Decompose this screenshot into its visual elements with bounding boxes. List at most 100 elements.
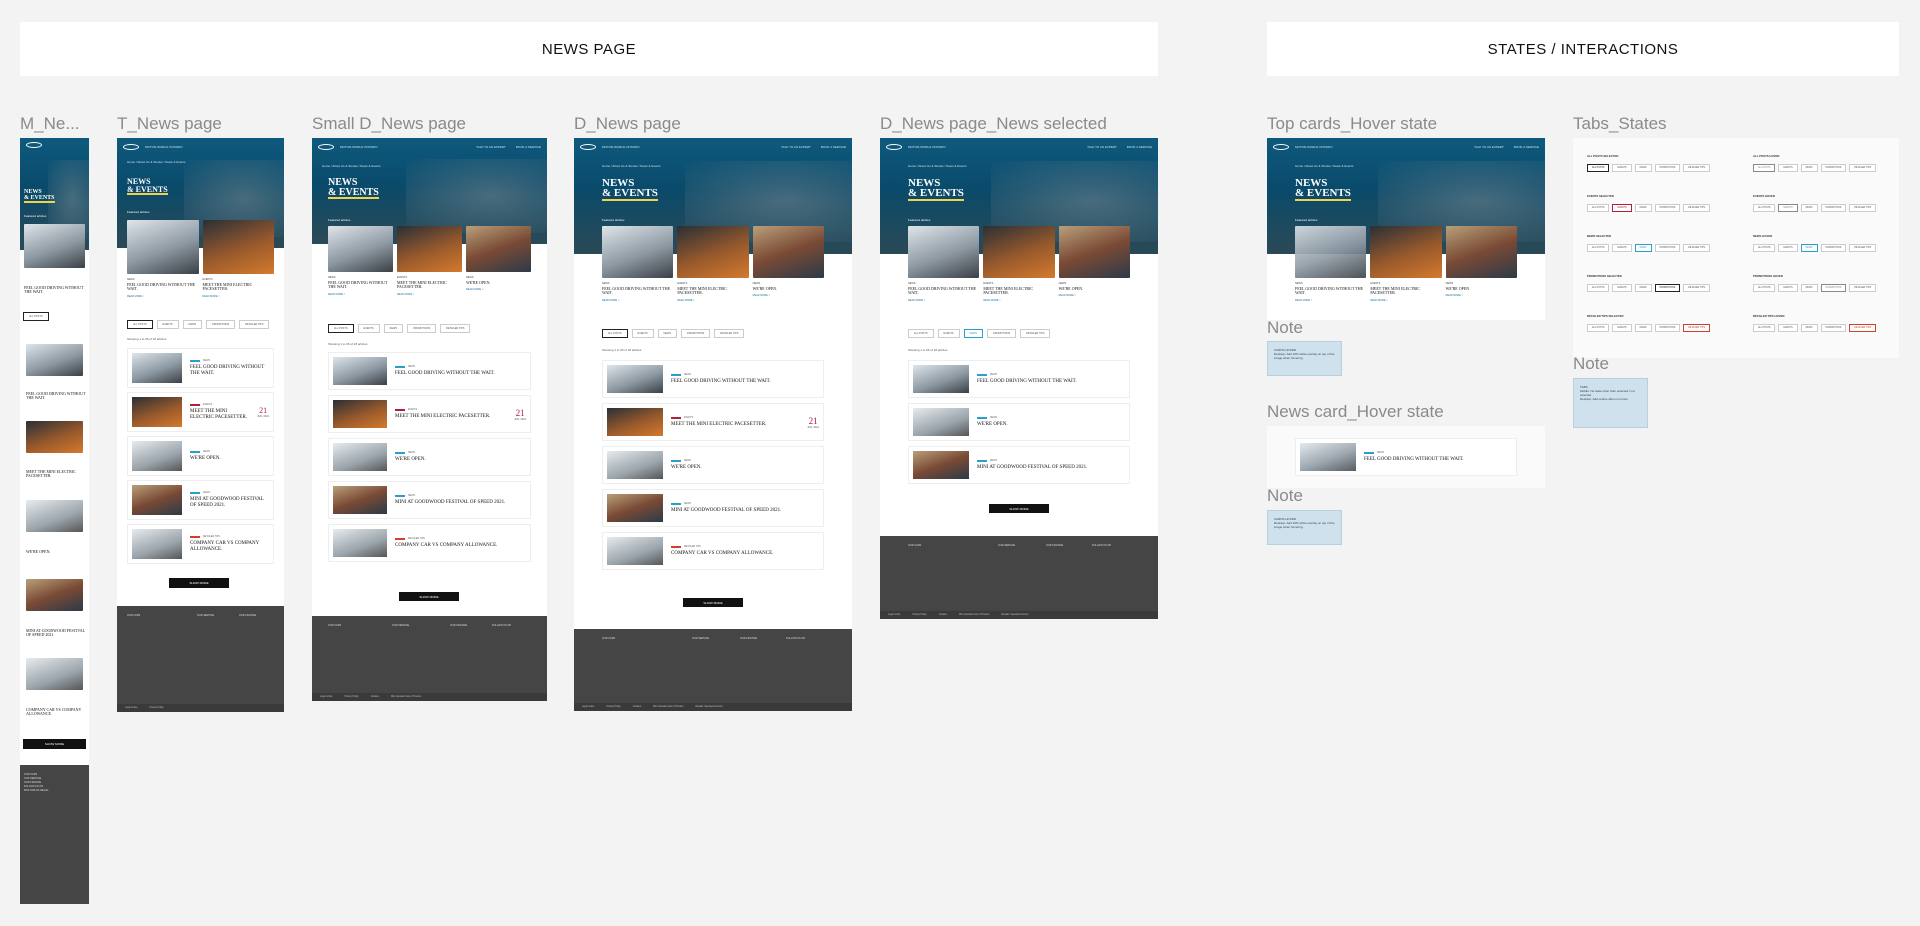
tab-state-tab[interactable]: PROMOTIONS [1820, 204, 1847, 212]
list-thumb[interactable] [26, 500, 83, 532]
show-more-button[interactable]: SHOW MORE [989, 504, 1049, 513]
list-item[interactable]: NEWS WE'RE OPEN. [908, 403, 1130, 441]
brand-logo-icon[interactable] [886, 144, 902, 150]
list-thumb[interactable] [26, 421, 83, 453]
tab-state-tab[interactable]: RETAILER TIPS [1683, 204, 1711, 212]
tab-state-tab[interactable]: ALL POSTS [1753, 244, 1776, 252]
breadcrumb[interactable]: Home / About Us & Stories / News & Event… [127, 160, 186, 164]
list-thumb[interactable] [26, 344, 83, 376]
tab-state-tab[interactable]: NEWS [1800, 324, 1818, 332]
list-title[interactable]: MEET THE MINI ELECTRIC PACESETTER. [26, 469, 89, 479]
tab-all-posts[interactable]: ALL POSTS [908, 329, 934, 338]
list-item[interactable]: NEWS FEEL GOOD DRIVING WITHOUT THE WAIT. [908, 360, 1130, 398]
tab-state-tab[interactable]: ALL POSTS [1587, 284, 1610, 292]
show-more-button[interactable]: SHOW MORE [399, 592, 459, 601]
list-item[interactable]: NEWS FEEL GOOD DRIVING WITHOUT THE WAIT. [328, 352, 531, 390]
tab-promotions[interactable]: PROMOTIONS [681, 329, 711, 338]
list-title[interactable]: MINI AT GOODWOOD FESTIVAL OF SPEED 2021. [26, 628, 89, 638]
tab-state-tab[interactable]: EVENTS [1612, 284, 1632, 292]
tab-retailer-tips[interactable]: RETAILER TIPS [1020, 329, 1051, 338]
tab-state-tab[interactable]: EVENTS [1778, 244, 1798, 252]
tab-news[interactable]: NEWS [383, 324, 404, 333]
tab-all-posts[interactable]: ALL POSTS [127, 320, 153, 329]
list-item[interactable]: EVENTS MEET THE MINI ELECTRIC PACESETTER.… [127, 392, 274, 432]
tab-retailer-tips[interactable]: RETAILER TIPS [714, 329, 745, 338]
list-item[interactable]: RETAILER TIPS COMPANY CAR VS COMPANY ALLO… [602, 532, 824, 570]
top-card[interactable]: EVENTS MEET THE MINI ELECTRIC PACESETTER.… [983, 226, 1055, 302]
list-item[interactable]: NEWS MINI AT GOODWOOD FESTIVAL OF SPEED 2… [908, 446, 1130, 484]
top-card[interactable]: NEWS WE'RE OPEN. READ MORE > [466, 226, 531, 296]
list-item[interactable]: RETAILER TIPS COMPANY CAR VS COMPANY ALLO… [127, 524, 274, 564]
show-more-button[interactable]: SHOW MORE [169, 578, 229, 588]
tab-state-tab[interactable]: PROMOTIONS [1654, 244, 1681, 252]
brand-logo-icon[interactable] [123, 144, 139, 150]
tab-state-tab[interactable]: EVENTS [1612, 324, 1632, 332]
tab-events[interactable]: EVENTS [156, 320, 179, 329]
breadcrumb[interactable]: Home / About Us & Stories / News & Event… [908, 164, 967, 168]
list-title[interactable]: FEEL GOOD DRIVING WITHOUT THE WAIT. [26, 391, 89, 401]
top-card[interactable]: EVENTS MEET THE MINI ELECTRIC PACESETTER.… [202, 220, 274, 298]
tab-state-tab[interactable]: PROMOTIONS [1654, 284, 1681, 292]
list-item[interactable]: NEWS MINI AT GOODWOOD FESTIVAL OF SPEED 2… [127, 480, 274, 520]
tab-state-tab[interactable]: ALL POSTS [1753, 164, 1776, 172]
tab-retailer-tips[interactable]: RETAILER TIPS [239, 320, 270, 329]
tab-state-tab[interactable]: EVENTS [1778, 164, 1798, 172]
tab-promotions[interactable]: PROMOTIONS [407, 324, 437, 333]
top-card[interactable]: NEWS FEEL GOOD DRIVING WITHOUT THE WAIT. R… [1295, 226, 1367, 302]
tab-state-tab[interactable]: NEWS [1634, 244, 1652, 252]
tab-state-tab[interactable]: RETAILER TIPS [1849, 284, 1877, 292]
top-card[interactable]: NEWS FEEL GOOD DRIVING WITHOUT THE WAIT. R… [908, 226, 980, 302]
tab-state-tab[interactable]: NEWS [1800, 284, 1818, 292]
list-item[interactable]: NEWS FEEL GOOD DRIVING WITHOUT THE WAIT. [1295, 438, 1517, 476]
show-more-button[interactable]: SHOW MORE [683, 598, 743, 607]
tab-state-tab[interactable]: ALL POSTS [1587, 324, 1610, 332]
list-item[interactable]: NEWS FEEL GOOD DRIVING WITHOUT THE WAIT. [127, 348, 274, 388]
list-thumb[interactable] [26, 579, 83, 611]
tab-all-posts[interactable]: ALL POSTS [23, 312, 49, 321]
list-item[interactable]: NEWS WE'RE OPEN. [127, 436, 274, 476]
tab-state-tab[interactable]: PROMOTIONS [1654, 324, 1681, 332]
tab-state-tab[interactable]: NEWS [1634, 164, 1652, 172]
tab-state-tab[interactable]: ALL POSTS [1587, 204, 1610, 212]
tab-state-tab[interactable]: RETAILER TIPS [1683, 284, 1711, 292]
top-card[interactable]: NEWS WE'RE OPEN. READ MORE > [1058, 226, 1130, 302]
tab-state-tab[interactable]: EVENTS [1778, 284, 1798, 292]
tab-events[interactable]: EVENTS [357, 324, 380, 333]
tab-promotions[interactable]: PROMOTIONS [987, 329, 1017, 338]
list-item[interactable]: EVENTS MEET THE MINI ELECTRIC PACESETTER.… [328, 395, 531, 433]
tab-retailer-tips[interactable]: RETAILER TIPS [440, 324, 471, 333]
tab-state-tab[interactable]: PROMOTIONS [1820, 164, 1847, 172]
breadcrumb[interactable]: Home / About Us & Stories / News & Event… [1295, 164, 1354, 168]
breadcrumb[interactable]: Home / About Us & Stories / News & Event… [602, 164, 661, 168]
list-item[interactable]: NEWS MINI AT GOODWOOD FESTIVAL OF SPEED 2… [602, 489, 824, 527]
tab-promotions[interactable]: PROMOTIONS [206, 320, 236, 329]
tab-state-tab[interactable]: EVENTS [1612, 244, 1632, 252]
tab-state-tab[interactable]: PROMOTIONS [1820, 324, 1847, 332]
tab-state-tab[interactable]: ALL POSTS [1753, 284, 1776, 292]
featured-image[interactable] [24, 224, 85, 268]
brand-logo-icon[interactable] [580, 144, 596, 150]
tab-all-posts[interactable]: ALL POSTS [602, 329, 628, 338]
list-item[interactable]: NEWS WE'RE OPEN. [328, 438, 531, 476]
top-card[interactable]: EVENTS MEET THE MINI ELECTRIC PACESETTER.… [1370, 226, 1442, 302]
show-more-button[interactable]: SHOW MORE [23, 739, 86, 749]
brand-logo-icon[interactable] [318, 144, 334, 150]
tab-state-tab[interactable]: ALL POSTS [1753, 204, 1776, 212]
list-item[interactable]: NEWS MINI AT GOODWOOD FESTIVAL OF SPEED 2… [328, 481, 531, 519]
tab-state-tab[interactable]: EVENTS [1778, 324, 1798, 332]
tab-state-tab[interactable]: PROMOTIONS [1820, 244, 1847, 252]
breadcrumb[interactable]: Home / About Us & Stories / News & Event… [322, 164, 381, 168]
tab-state-tab[interactable]: NEWS [1634, 284, 1652, 292]
tab-news[interactable]: NEWS [657, 329, 678, 338]
top-card[interactable]: EVENTS MEET THE MINI ELECTRIC PACESETTER.… [677, 226, 749, 302]
tab-news[interactable]: NEWS [963, 329, 984, 338]
tab-state-tab[interactable]: ALL POSTS [1587, 244, 1610, 252]
tab-state-tab[interactable]: RETAILER TIPS [1849, 324, 1877, 332]
top-card[interactable]: NEWS FEEL GOOD DRIVING WITHOUT THE WAIT. R… [127, 220, 199, 298]
list-thumb[interactable] [26, 658, 83, 690]
top-card[interactable]: EVENTS MEET THE MINI ELECTRIC PACESETTER.… [397, 226, 462, 296]
tab-state-tab[interactable]: EVENTS [1778, 204, 1798, 212]
tab-state-tab[interactable]: EVENTS [1612, 204, 1632, 212]
tab-state-tab[interactable]: NEWS [1800, 164, 1818, 172]
top-card[interactable]: NEWS FEEL GOOD DRIVING WITHOUT THE WAIT. R… [602, 226, 674, 302]
